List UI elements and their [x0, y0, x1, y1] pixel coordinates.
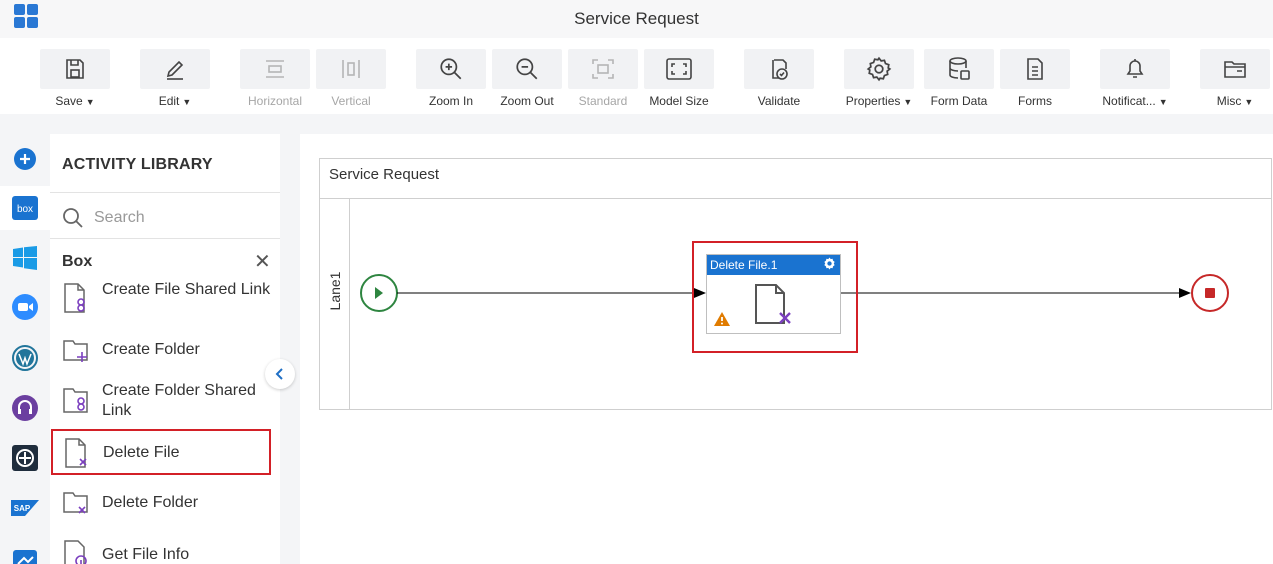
task-label: Delete File.1 [710, 258, 778, 272]
arrow-head [1179, 288, 1191, 298]
file-delete-icon [755, 284, 791, 324]
gear-icon[interactable] [823, 257, 836, 270]
stop-icon [1205, 288, 1215, 298]
task-delete-file[interactable]: Delete File.1 [706, 254, 841, 334]
warning-icon [714, 312, 730, 326]
flow-diagram [360, 274, 1229, 312]
task-header: Delete File.1 [707, 255, 840, 275]
